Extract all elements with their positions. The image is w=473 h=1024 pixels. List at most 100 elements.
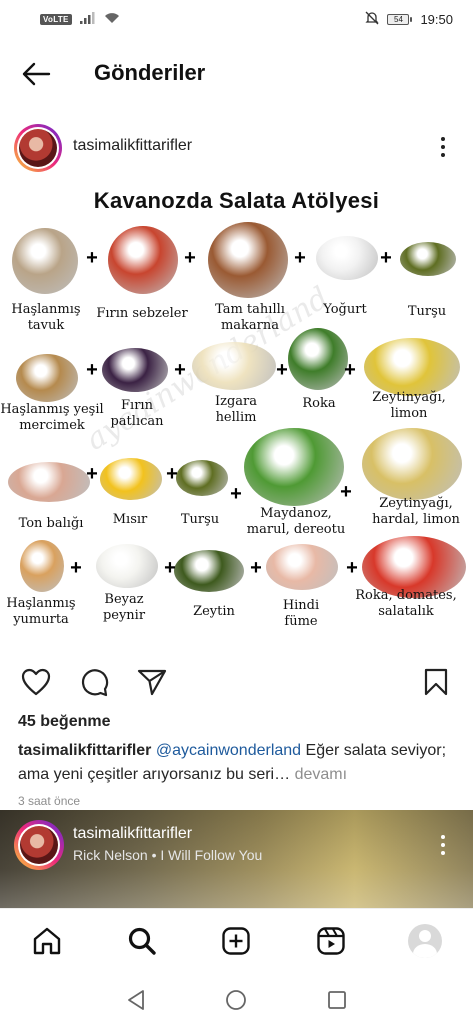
caption-more-link[interactable]: devamı: [295, 766, 347, 783]
food-label: Fırın patlıcan: [110, 398, 164, 430]
plus-sign: +: [344, 359, 356, 381]
search-icon: [128, 927, 156, 955]
comment-icon: [81, 669, 109, 697]
volte-badge: VoLTE: [40, 13, 72, 25]
reels-icon: [317, 927, 345, 955]
food-label: Mısır: [112, 512, 148, 527]
nav-profile[interactable]: [407, 923, 443, 959]
food-label: Haşlanmış yeşil mercimek: [0, 402, 104, 434]
food-label: Zeytin: [193, 604, 235, 619]
post-timestamp: 3 saat önce: [18, 794, 81, 808]
food-image: [108, 226, 178, 294]
food-image: [288, 328, 348, 390]
battery-icon: 54: [387, 13, 413, 25]
avatar-icon: [408, 924, 442, 958]
food-label: Zeytinyağı, limon: [372, 390, 446, 422]
food-image: [8, 462, 90, 502]
food-label: Hindi füme: [282, 598, 320, 630]
food-image: [266, 544, 338, 590]
status-right: 54 19:50: [365, 11, 453, 28]
back-button[interactable]: [20, 60, 52, 88]
food-image: [364, 338, 460, 396]
clock: 19:50: [420, 11, 453, 27]
food-label: Haşlanmış yumurta: [6, 596, 76, 628]
food-image: [400, 242, 456, 276]
bookmark-icon: [424, 668, 448, 696]
share-button[interactable]: [136, 666, 168, 698]
food-image: [244, 428, 344, 506]
post-more-button[interactable]: [433, 133, 453, 161]
food-label: Haşlanmış tavuk: [11, 302, 81, 334]
plus-sign: +: [86, 463, 98, 485]
square-recents-icon: [328, 991, 346, 1009]
plus-sign: +: [86, 247, 98, 269]
status-left: VoLTE: [40, 11, 120, 27]
food-label: Beyaz peynir: [102, 592, 146, 624]
next-post-more-button[interactable]: [433, 832, 453, 858]
post-header: tasimalikfittarifler: [0, 120, 473, 174]
heart-icon: [21, 668, 51, 696]
avatar[interactable]: [14, 124, 62, 172]
food-image: [174, 550, 244, 592]
system-nav-bar: [0, 974, 473, 1024]
save-button[interactable]: [420, 666, 452, 698]
food-label: Zeytinyağı, hardal, limon: [372, 496, 460, 528]
food-label: Yoğurt: [323, 302, 367, 317]
food-image: [12, 228, 78, 294]
post-image[interactable]: Kavanozda Salata Atölyesi aycainwonderla…: [0, 178, 473, 650]
post-username[interactable]: tasimalikfittarifler: [73, 137, 192, 155]
next-post-preview[interactable]: tasimalikfittarifler Rick Nelson • I Wil…: [0, 810, 473, 908]
caption-mention[interactable]: @aycainwonderland: [156, 742, 301, 759]
food-image: [192, 342, 276, 390]
plus-sign: +: [70, 557, 82, 579]
like-button[interactable]: [20, 666, 52, 698]
status-bar: VoLTE 54 19:50: [0, 0, 473, 38]
nav-reels[interactable]: [313, 923, 349, 959]
plus-sign: +: [380, 247, 392, 269]
food-image: [100, 458, 162, 500]
home-icon: [33, 927, 61, 955]
wifi-icon: [104, 12, 120, 27]
food-label: Ton balığı: [18, 516, 84, 531]
food-image: [316, 236, 378, 280]
nav-create[interactable]: [218, 923, 254, 959]
more-vertical-icon: [441, 137, 445, 141]
image-title: Kavanozda Salata Atölyesi: [93, 188, 380, 213]
signal-icon: [79, 11, 96, 27]
nav-home[interactable]: [29, 923, 65, 959]
plus-sign: +: [230, 483, 242, 505]
bottom-nav: [0, 908, 473, 974]
circle-home-icon: [226, 990, 246, 1010]
food-image: [362, 428, 462, 500]
food-image: [176, 460, 228, 496]
next-post-music[interactable]: Rick Nelson • I Will Follow You: [73, 847, 262, 863]
plus-sign: +: [294, 247, 306, 269]
comment-button[interactable]: [78, 666, 110, 698]
next-post-avatar[interactable]: [14, 820, 64, 870]
system-back-button[interactable]: [122, 986, 150, 1014]
next-post-username[interactable]: tasimalikfittarifler: [73, 825, 192, 843]
plus-sign: +: [346, 557, 358, 579]
food-label: Tam tahıllı makarna: [215, 302, 285, 334]
plus-square-icon: [222, 927, 250, 955]
food-label: Fırın sebzeler: [96, 306, 188, 321]
plus-sign: +: [164, 557, 176, 579]
plus-sign: +: [184, 247, 196, 269]
food-image: [102, 348, 168, 392]
page-title: Gönderiler: [94, 60, 206, 85]
app-header: Gönderiler: [0, 46, 473, 102]
post-caption: tasimalikfittarifler @aycainwonderland E…: [18, 739, 458, 787]
send-icon: [137, 669, 167, 696]
system-home-button[interactable]: [222, 986, 250, 1014]
system-recents-button[interactable]: [323, 986, 351, 1014]
food-image: [208, 222, 288, 298]
caption-username[interactable]: tasimalikfittarifler: [18, 742, 151, 759]
plus-sign: +: [86, 359, 98, 381]
food-label: Maydanoz, marul, dereotu: [246, 506, 346, 538]
food-label: Turşu: [180, 512, 220, 527]
battery-level: 54: [387, 13, 410, 25]
food-label: Turşu: [407, 304, 447, 319]
nav-search[interactable]: [124, 923, 160, 959]
food-label: Roka: [302, 396, 336, 411]
likes-count[interactable]: 45 beğenme: [18, 713, 110, 731]
